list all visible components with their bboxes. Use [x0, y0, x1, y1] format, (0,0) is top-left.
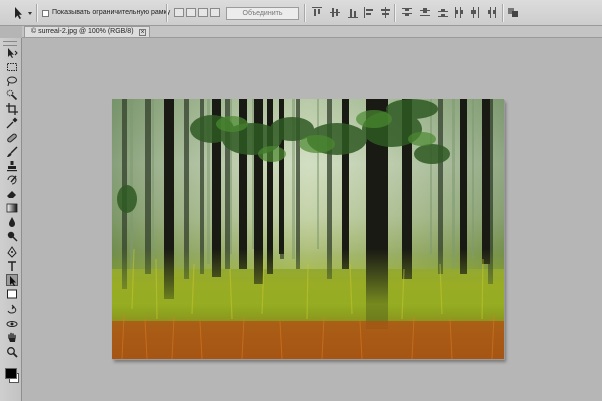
lasso-tool-icon[interactable]	[6, 75, 18, 87]
intersect-selection-icon[interactable]	[210, 8, 220, 17]
blur-tool-icon[interactable]	[6, 216, 18, 228]
align-bottom-icon[interactable]	[348, 7, 358, 18]
close-icon[interactable]: ×	[139, 29, 146, 36]
align-left-icon[interactable]	[364, 7, 374, 18]
options-bar: Показывать ограничительную рамку Объедин…	[0, 0, 602, 26]
show-bounding-box-label: Показывать ограничительную рамку	[52, 9, 171, 16]
subtract-selection-icon[interactable]	[198, 8, 208, 17]
tool-preset-picker[interactable]	[8, 5, 36, 21]
history-brush-tool-icon[interactable]	[6, 174, 18, 186]
crop-tool-icon[interactable]	[6, 103, 18, 115]
document-tab-strip: © surreal-2.jpg @ 100% (RGB/8) ×	[22, 26, 602, 38]
distribute-horizontal-center-icon[interactable]	[470, 7, 480, 18]
distribute-vertical-center-icon[interactable]	[420, 7, 430, 18]
document-canvas-area[interactable]	[22, 38, 602, 401]
auto-align-layers-icon[interactable]	[508, 7, 518, 18]
new-selection-icon[interactable]	[174, 8, 184, 17]
clone-stamp-tool-icon[interactable]	[6, 160, 18, 172]
tools-panel	[0, 38, 22, 401]
document-image[interactable]	[112, 99, 504, 359]
path-selection-tool-icon[interactable]	[6, 274, 18, 286]
foreground-color-swatch[interactable]	[5, 368, 17, 379]
distribute-left-icon[interactable]	[454, 7, 464, 18]
gradient-tool-icon[interactable]	[6, 202, 18, 214]
move-tool-icon[interactable]	[6, 47, 18, 59]
hand-tool-icon[interactable]	[6, 332, 18, 344]
shape-tool-icon[interactable]	[6, 288, 18, 300]
3d-orbit-tool-icon[interactable]	[6, 318, 18, 330]
3d-rotate-tool-icon[interactable]	[6, 304, 18, 316]
align-horizontal-center-icon[interactable]	[380, 7, 390, 18]
pen-tool-icon[interactable]	[6, 246, 18, 258]
combine-button[interactable]: Объединить	[226, 7, 299, 20]
document-tab[interactable]: © surreal-2.jpg @ 100% (RGB/8) ×	[24, 26, 150, 37]
document-tab-title: © surreal-2.jpg @ 100% (RGB/8)	[31, 28, 134, 35]
align-top-icon[interactable]	[312, 7, 322, 18]
move-arrow-icon	[15, 7, 32, 19]
align-vertical-center-icon[interactable]	[330, 7, 340, 18]
brush-tool-icon[interactable]	[6, 146, 18, 158]
distribute-right-icon[interactable]	[486, 7, 496, 18]
distribute-top-icon[interactable]	[402, 7, 412, 18]
type-tool-icon[interactable]	[6, 260, 18, 272]
marquee-tool-icon[interactable]	[6, 61, 18, 73]
panel-grip[interactable]	[3, 41, 17, 46]
chevron-down-icon	[28, 12, 32, 15]
healing-brush-tool-icon[interactable]	[6, 132, 18, 144]
zoom-tool-icon[interactable]	[6, 346, 18, 358]
add-selection-icon[interactable]	[186, 8, 196, 17]
distribute-bottom-icon[interactable]	[438, 7, 448, 18]
quick-selection-tool-icon[interactable]	[6, 89, 18, 101]
eraser-tool-icon[interactable]	[6, 188, 18, 200]
eyedropper-tool-icon[interactable]	[6, 117, 18, 129]
dodge-tool-icon[interactable]	[6, 230, 18, 242]
show-bounding-box-checkbox[interactable]	[42, 10, 49, 17]
forest-photo	[112, 99, 504, 359]
